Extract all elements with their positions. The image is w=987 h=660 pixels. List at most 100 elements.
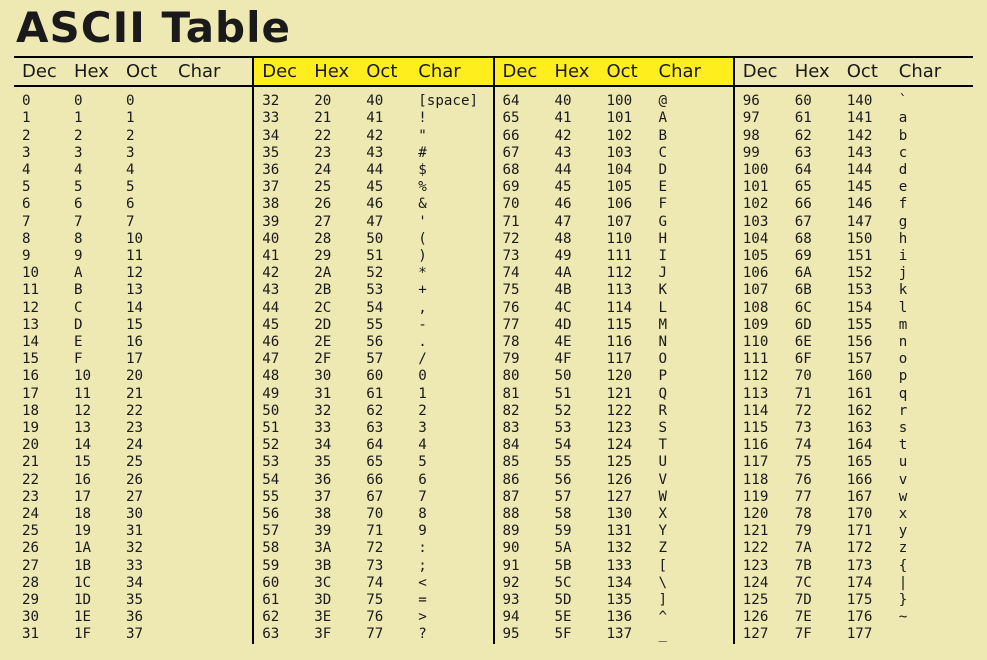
- cell-oct: 45: [366, 179, 418, 196]
- cell-hex: 36: [314, 472, 366, 489]
- cell-oct: 54: [366, 300, 418, 317]
- cell-oct: 53: [366, 282, 418, 299]
- cell-char: e: [899, 179, 971, 196]
- cell-hex: 7A: [795, 540, 847, 557]
- cell-oct: 125: [607, 454, 659, 471]
- cell-hex: 4E: [555, 334, 607, 351]
- cell-dec: 90: [495, 540, 555, 557]
- cell-hex: 62: [795, 128, 847, 145]
- cell-hex: 5A: [555, 540, 607, 557]
- cell-dec: 79: [495, 351, 555, 368]
- cell-dec: 50: [254, 403, 314, 420]
- cell-hex: 5: [74, 179, 126, 196]
- cell-oct: 21: [126, 386, 178, 403]
- cell-char: [178, 437, 250, 454]
- cell-char: [178, 368, 250, 385]
- cell-hex: 46: [555, 196, 607, 213]
- cell-char: ,: [418, 300, 490, 317]
- cell-oct: 165: [847, 454, 899, 471]
- cell-oct: 162: [847, 403, 899, 420]
- cell-oct: 156: [847, 334, 899, 351]
- cell-dec: 48: [254, 368, 314, 385]
- header-hex: Hex: [74, 61, 126, 82]
- cell-oct: 74: [366, 575, 418, 592]
- cell-dec: 97: [735, 110, 795, 127]
- cell-dec: 83: [495, 420, 555, 437]
- table-row: 281C34: [14, 575, 252, 592]
- table-row: 1257D175}: [735, 592, 973, 609]
- table-row: 10367147g: [735, 214, 973, 231]
- cell-hex: 7D: [795, 592, 847, 609]
- table-row: 794F117O: [495, 351, 733, 368]
- cell-dec: 81: [495, 386, 555, 403]
- table-row: 12078170x: [735, 506, 973, 523]
- cell-dec: 92: [495, 575, 555, 592]
- cell-char: [178, 300, 250, 317]
- cell-hex: 4F: [555, 351, 607, 368]
- cell-char: 7: [418, 489, 490, 506]
- table-row: 211525: [14, 454, 252, 471]
- cell-hex: 3E: [314, 609, 366, 626]
- cell-char: F: [659, 196, 731, 213]
- cell-dec: 80: [495, 368, 555, 385]
- cell-oct: 110: [607, 231, 659, 248]
- cell-char: b: [899, 128, 971, 145]
- cell-hex: A: [74, 265, 126, 282]
- table-row: 1247C174|: [735, 575, 973, 592]
- table-row: 8252122R: [495, 403, 733, 420]
- cell-dec: 37: [254, 179, 314, 196]
- cell-hex: 79: [795, 523, 847, 540]
- cell-hex: 2C: [314, 300, 366, 317]
- cell-dec: 57: [254, 523, 314, 540]
- cell-hex: 25: [314, 179, 366, 196]
- cell-oct: 16: [126, 334, 178, 351]
- table-row: 10165145e: [735, 179, 973, 196]
- cell-hex: E: [74, 334, 126, 351]
- cell-hex: 57: [555, 489, 607, 506]
- header-hex: Hex: [555, 61, 607, 82]
- table-row: 5133633: [254, 420, 492, 437]
- cell-oct: 140: [847, 93, 899, 110]
- cell-oct: 155: [847, 317, 899, 334]
- cell-oct: 133: [607, 558, 659, 575]
- cell-dec: 117: [735, 454, 795, 471]
- cell-char: #: [418, 145, 490, 162]
- cell-char: O: [659, 351, 731, 368]
- cell-hex: 17: [74, 489, 126, 506]
- cell-char: H: [659, 231, 731, 248]
- cell-oct: 7: [126, 214, 178, 231]
- cell-dec: 76: [495, 300, 555, 317]
- cell-dec: 6: [14, 196, 74, 213]
- table-row: 4830600: [254, 368, 492, 385]
- cell-char: S: [659, 420, 731, 437]
- table-column: DecHexOctChar322040[space]332141!342242"…: [252, 58, 492, 644]
- cell-dec: 55: [254, 489, 314, 506]
- cell-char: [178, 334, 250, 351]
- cell-dec: 53: [254, 454, 314, 471]
- cell-hex: 6C: [795, 300, 847, 317]
- cell-hex: 45: [555, 179, 607, 196]
- cell-hex: 61: [795, 110, 847, 127]
- cell-char: l: [899, 300, 971, 317]
- cell-oct: 101: [607, 110, 659, 127]
- table-row: 777: [14, 214, 252, 231]
- table-row: 11775165u: [735, 454, 973, 471]
- cell-hex: 42: [555, 128, 607, 145]
- cell-dec: 16: [14, 368, 74, 385]
- cell-char: [178, 145, 250, 162]
- cell-oct: 174: [847, 575, 899, 592]
- cell-hex: 48: [555, 231, 607, 248]
- cell-oct: 102: [607, 128, 659, 145]
- cell-dec: 43: [254, 282, 314, 299]
- cell-hex: 33: [314, 420, 366, 437]
- cell-dec: 58: [254, 540, 314, 557]
- table-row: 1227A172z: [735, 540, 973, 557]
- cell-hex: 4A: [555, 265, 607, 282]
- cell-dec: 46: [254, 334, 314, 351]
- cell-oct: 170: [847, 506, 899, 523]
- cell-hex: 6: [74, 196, 126, 213]
- cell-hex: 5E: [555, 609, 607, 626]
- cell-dec: 96: [735, 93, 795, 110]
- table-row: 15F17: [14, 351, 252, 368]
- cell-char: -: [418, 317, 490, 334]
